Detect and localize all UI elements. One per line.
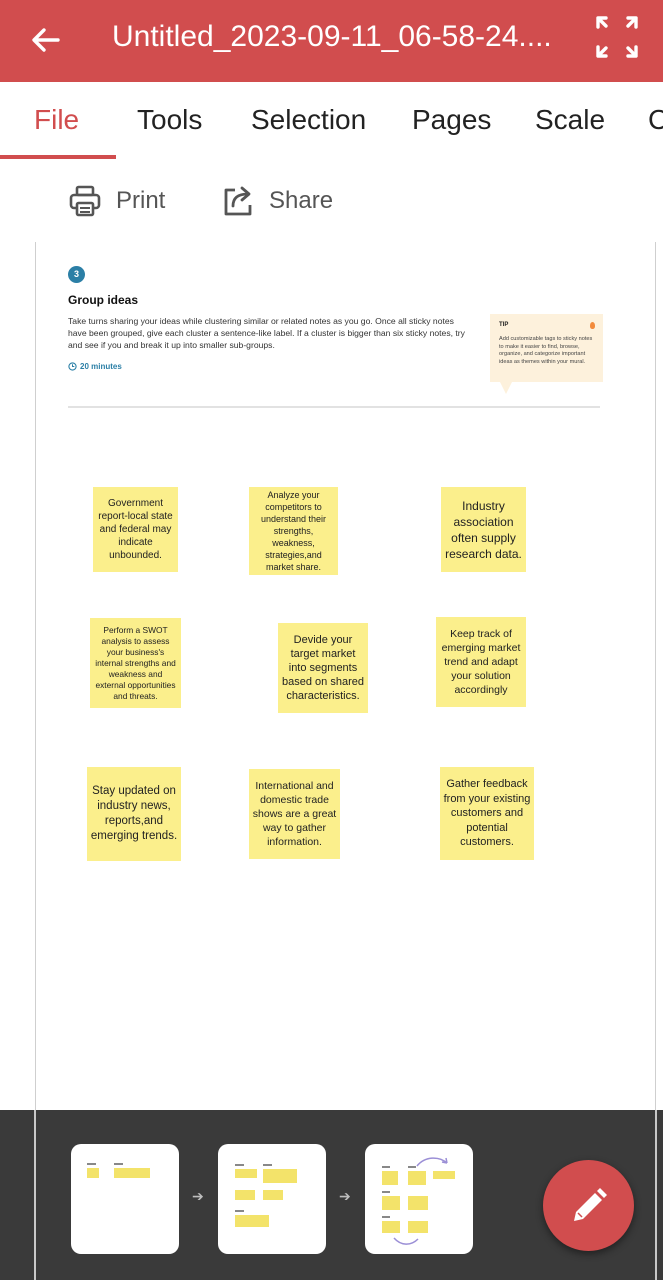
active-tab-indicator (0, 155, 116, 159)
tip-label: TIP (499, 322, 509, 328)
thumb-sticky (382, 1171, 398, 1185)
thumb-label-mark (235, 1210, 244, 1212)
section-divider (68, 406, 600, 408)
app-bar: Untitled_2023-09-11_06-58-24.... (0, 0, 663, 82)
share-button[interactable]: Share (221, 184, 333, 218)
thumb-sticky (382, 1221, 400, 1233)
print-button[interactable]: Print (68, 184, 165, 218)
thumb-label-mark (114, 1163, 123, 1165)
sticky-note[interactable]: Government report-local state and federa… (93, 487, 178, 572)
curved-arrow-icon (393, 1237, 419, 1245)
tab-tools[interactable]: Tools (137, 104, 202, 136)
sticky-note[interactable]: Keep track of emerging market trend and … (436, 617, 526, 707)
mural-canvas[interactable]: 3 Group ideas Take turns sharing your id… (0, 242, 663, 1110)
page-thumbnail-3[interactable] (365, 1144, 473, 1254)
thumb-sticky (433, 1171, 455, 1179)
chevron-right-icon: ➔ (339, 1188, 351, 1204)
page-thumbnail-bar: ➔ ➔ (0, 1110, 663, 1280)
sticky-note[interactable]: Devide your target market into segments … (278, 623, 368, 713)
print-icon (69, 185, 101, 217)
thumb-label-mark (408, 1166, 416, 1168)
thumb-sticky (263, 1169, 297, 1183)
thumb-sticky (408, 1171, 426, 1185)
thumb-sticky (235, 1169, 257, 1178)
file-actions: Print Share (0, 160, 663, 242)
thumb-label-mark (382, 1216, 390, 1218)
pencil-icon (574, 1188, 607, 1221)
section-title: Group ideas (68, 293, 139, 307)
sticky-note[interactable]: Stay updated on industry news, reports,a… (87, 767, 181, 861)
thumb-sticky (114, 1168, 150, 1178)
share-label: Share (269, 187, 334, 214)
step-badge: 3 (68, 266, 85, 283)
thumb-sticky (235, 1215, 269, 1227)
tab-scale[interactable]: Scale (535, 104, 605, 136)
document-title: Untitled_2023-09-11_06-58-24.... (112, 20, 552, 53)
thumb-sticky (87, 1168, 99, 1178)
tab-file[interactable]: File (34, 104, 79, 136)
thumb-label-mark (382, 1166, 390, 1168)
thumb-label-mark (87, 1163, 96, 1165)
sticky-note[interactable]: Industry association often supply resear… (441, 487, 526, 572)
tip-text: Add customizable tags to sticky notes to… (499, 336, 593, 365)
edit-button[interactable] (543, 1160, 634, 1251)
sticky-note[interactable]: Perform a SWOT analysis to assess your b… (90, 618, 181, 708)
expand-icon[interactable] (592, 14, 642, 60)
page-thumbnail-2[interactable] (218, 1144, 326, 1254)
menu-tabs: File Tools Selection Pages Scale C (0, 82, 663, 160)
print-label: Print (116, 187, 166, 214)
thumb-sticky (382, 1196, 400, 1210)
page-edge-right (655, 1110, 657, 1280)
page-edge-right (655, 242, 656, 1110)
chevron-right-icon: ➔ (192, 1188, 204, 1204)
thumb-sticky (408, 1221, 428, 1233)
thumb-sticky (235, 1190, 255, 1200)
tab-overflow[interactable]: C (648, 104, 663, 136)
page-edge-left (35, 242, 36, 1110)
sticky-note[interactable]: Analyze your competitors to understand t… (249, 487, 338, 575)
tab-selection[interactable]: Selection (251, 104, 366, 136)
thumb-label-mark (263, 1164, 272, 1166)
sticky-note[interactable]: Gather feedback from your existing custo… (440, 767, 534, 860)
lightbulb-icon (590, 322, 595, 329)
clock-icon (68, 362, 77, 371)
page-edge-left (34, 1110, 36, 1280)
tab-pages[interactable]: Pages (412, 104, 491, 136)
back-arrow-icon[interactable] (28, 22, 64, 58)
thumb-label-mark (235, 1164, 244, 1166)
curved-arrow-icon (416, 1157, 448, 1167)
tip-pointer (500, 382, 512, 394)
thumb-label-mark (382, 1191, 390, 1193)
timer-label: 20 minutes (80, 362, 122, 371)
share-icon (224, 186, 252, 216)
sticky-note[interactable]: International and domestic trade shows a… (249, 769, 340, 859)
tip-card: TIP Add customizable tags to sticky note… (490, 314, 603, 382)
thumb-sticky (408, 1196, 428, 1210)
page-thumbnail-1[interactable] (71, 1144, 179, 1254)
section-description: Take turns sharing your ideas while clus… (68, 316, 465, 350)
thumb-sticky (263, 1190, 283, 1200)
timer: 20 minutes (68, 362, 122, 371)
